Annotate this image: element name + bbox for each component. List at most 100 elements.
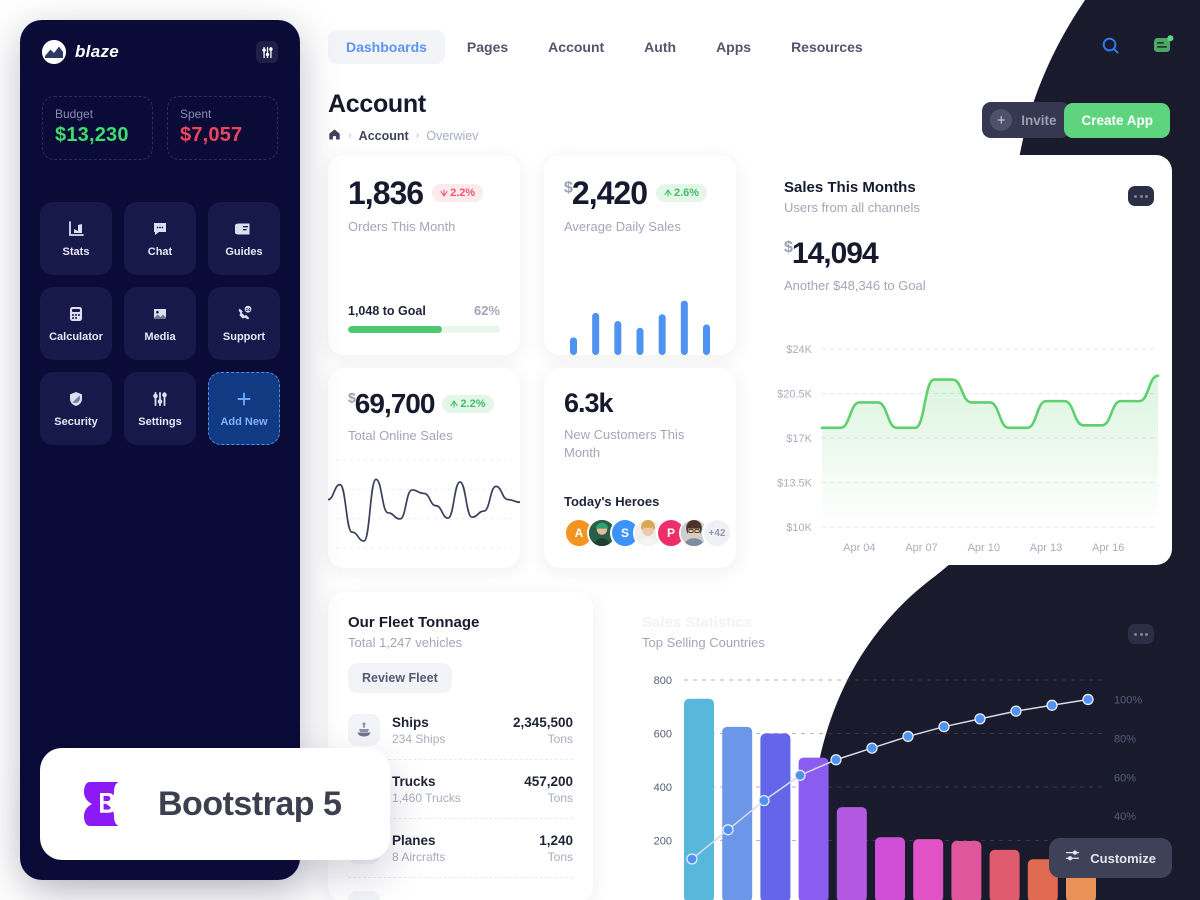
fleet-row-caption: 234 Ships bbox=[392, 731, 446, 746]
online-sales-delta: 2.2% bbox=[460, 398, 486, 410]
page-title: Account bbox=[328, 90, 426, 118]
sidebar-item-guides[interactable]: Guides bbox=[208, 202, 280, 275]
online-sales-number: 69,700 bbox=[354, 388, 436, 419]
tab-account[interactable]: Account bbox=[530, 30, 622, 64]
ship-icon bbox=[348, 714, 380, 746]
svg-text:$13.5K: $13.5K bbox=[777, 478, 813, 490]
svg-text:400: 400 bbox=[654, 782, 672, 794]
tab-resources[interactable]: Resources bbox=[773, 30, 881, 64]
breadcrumb-sep: › bbox=[415, 130, 420, 142]
svg-text:Apr 13: Apr 13 bbox=[1030, 542, 1062, 554]
headset-24-icon: 24 bbox=[234, 304, 254, 324]
tab-auth[interactable]: Auth bbox=[626, 30, 694, 64]
home-icon[interactable] bbox=[328, 128, 341, 144]
total-online-sales-line-chart bbox=[328, 459, 520, 549]
header-actions: + Invite Create App bbox=[982, 102, 1170, 138]
sidebar-item-media[interactable]: Media bbox=[124, 287, 196, 360]
budget-card[interactable]: Budget $13,230 bbox=[42, 96, 153, 160]
image-icon bbox=[150, 304, 170, 324]
chat-bubble-icon bbox=[150, 219, 170, 239]
svg-text:$24K: $24K bbox=[786, 344, 812, 356]
svg-text:Apr 10: Apr 10 bbox=[968, 542, 1000, 554]
svg-text:40%: 40% bbox=[1114, 811, 1136, 823]
tab-dashboards[interactable]: Dashboards bbox=[328, 30, 445, 64]
sidebar-nav-grid: Stats Chat Guides Calculator Media 24 Su… bbox=[20, 160, 300, 445]
bootstrap-badge-label: Bootstrap 5 bbox=[158, 784, 342, 823]
budget-label: Budget bbox=[55, 107, 94, 121]
breadcrumb: › Account › Overwiev bbox=[328, 128, 478, 144]
svg-text:Apr 07: Apr 07 bbox=[905, 542, 937, 554]
sidebar-label: Stats bbox=[62, 246, 90, 258]
review-fleet-button[interactable]: Review Fleet bbox=[348, 663, 452, 693]
svg-text:200: 200 bbox=[654, 836, 672, 848]
avatar-more-count[interactable]: +42 bbox=[702, 518, 732, 548]
sidebar-item-add-new[interactable]: Add New bbox=[208, 372, 280, 445]
svg-text:Apr 16: Apr 16 bbox=[1092, 542, 1124, 554]
sidebar-label: Media bbox=[144, 331, 176, 343]
fleet-row-caption: 8 Aircrafts bbox=[392, 849, 446, 864]
sidebar-item-settings[interactable]: Settings bbox=[124, 372, 196, 445]
sidebar-item-support[interactable]: 24 Support bbox=[208, 287, 280, 360]
search-icon[interactable] bbox=[1101, 36, 1120, 55]
notes-icon[interactable] bbox=[1152, 34, 1174, 56]
new-customers-value: 6.3k bbox=[564, 388, 614, 418]
sidebar-item-stats[interactable]: Stats bbox=[40, 202, 112, 275]
arrow-up-icon bbox=[664, 189, 672, 197]
svg-text:$10K: $10K bbox=[786, 522, 812, 534]
book-icon bbox=[234, 219, 254, 239]
sidebar-item-chat[interactable]: Chat bbox=[124, 202, 196, 275]
tab-apps[interactable]: Apps bbox=[698, 30, 769, 64]
breadcrumb-sep: › bbox=[348, 130, 352, 142]
customize-button[interactable]: Customize bbox=[1049, 838, 1172, 878]
sidebar-label: Chat bbox=[147, 246, 173, 258]
sidebar-label: Calculator bbox=[49, 331, 103, 343]
table-row[interactable]: Ships 234 Ships 2,345,500 Tons bbox=[348, 701, 573, 759]
sidebar-label: Guides bbox=[225, 246, 263, 258]
spent-card[interactable]: Spent $7,057 bbox=[167, 96, 278, 160]
svg-text:24: 24 bbox=[246, 307, 251, 312]
avg-daily-label: Average Daily Sales bbox=[564, 219, 681, 234]
sidebar-label: Settings bbox=[138, 416, 182, 428]
fleet-subtitle: Total 1,247 vehicles bbox=[348, 635, 463, 650]
svg-text:600: 600 bbox=[654, 729, 672, 741]
invite-button[interactable]: + Invite bbox=[982, 102, 1071, 138]
orders-value: 1,836 bbox=[348, 175, 424, 211]
fleet-row-name: Trucks bbox=[392, 773, 436, 789]
orders-goal-label: 1,048 to Goal bbox=[348, 304, 426, 318]
table-row[interactable]: Trains 804,300 bbox=[348, 877, 573, 900]
sales-month-title: Sales This Months bbox=[784, 179, 916, 196]
breadcrumb-account[interactable]: Account bbox=[359, 129, 409, 143]
plus-icon: + bbox=[990, 109, 1013, 131]
top-icon-bar bbox=[1101, 34, 1174, 56]
orders-progress-bar bbox=[348, 326, 500, 333]
create-app-button[interactable]: Create App bbox=[1064, 102, 1170, 138]
sidebar-settings-icon[interactable] bbox=[256, 41, 278, 63]
sidebar-item-security[interactable]: Security bbox=[40, 372, 112, 445]
page-header: Account › Account › Overwiev bbox=[328, 90, 478, 144]
budget-summary: Budget $13,230 Spent $7,057 bbox=[20, 64, 300, 160]
tab-pages[interactable]: Pages bbox=[449, 30, 526, 64]
brand-name: blaze bbox=[75, 42, 120, 61]
fleet-row-name: Planes bbox=[392, 832, 436, 848]
sidebar-brand: blaze bbox=[20, 20, 300, 64]
currency-symbol: $ bbox=[564, 179, 573, 197]
new-customers-label: New Customers This Month bbox=[564, 427, 685, 460]
customize-label: Customize bbox=[1090, 850, 1156, 866]
fleet-row-unit: Tons bbox=[547, 790, 573, 805]
avg-daily-delta: 2.6% bbox=[673, 187, 700, 199]
fleet-row-caption: 1,460 Trucks bbox=[392, 790, 461, 805]
svg-text:80%: 80% bbox=[1114, 733, 1136, 745]
sidebar-item-calculator[interactable]: Calculator bbox=[40, 287, 112, 360]
arrow-up-icon bbox=[450, 400, 458, 408]
currency-symbol: $ bbox=[784, 239, 793, 256]
blaze-logo-icon bbox=[42, 40, 66, 64]
card-total-online-sales: $69,700 2.2% Total Online Sales bbox=[328, 368, 520, 568]
svg-text:100%: 100% bbox=[1114, 694, 1142, 706]
sales-month-number: 14,094 bbox=[791, 237, 879, 270]
heroes-label: Today's Heroes bbox=[564, 494, 660, 509]
sales-this-months-area-chart: $24K $20.5K $17K $13.5K $10K Apr 04 Apr 07 Apr … bbox=[777, 344, 1160, 554]
card-new-customers: 6.3k New Customers This Month Today's He… bbox=[544, 368, 736, 568]
sales-month-menu-button[interactable] bbox=[1128, 186, 1154, 206]
sliders-icon bbox=[150, 389, 170, 409]
sales-stats-menu-button[interactable] bbox=[1128, 624, 1154, 644]
